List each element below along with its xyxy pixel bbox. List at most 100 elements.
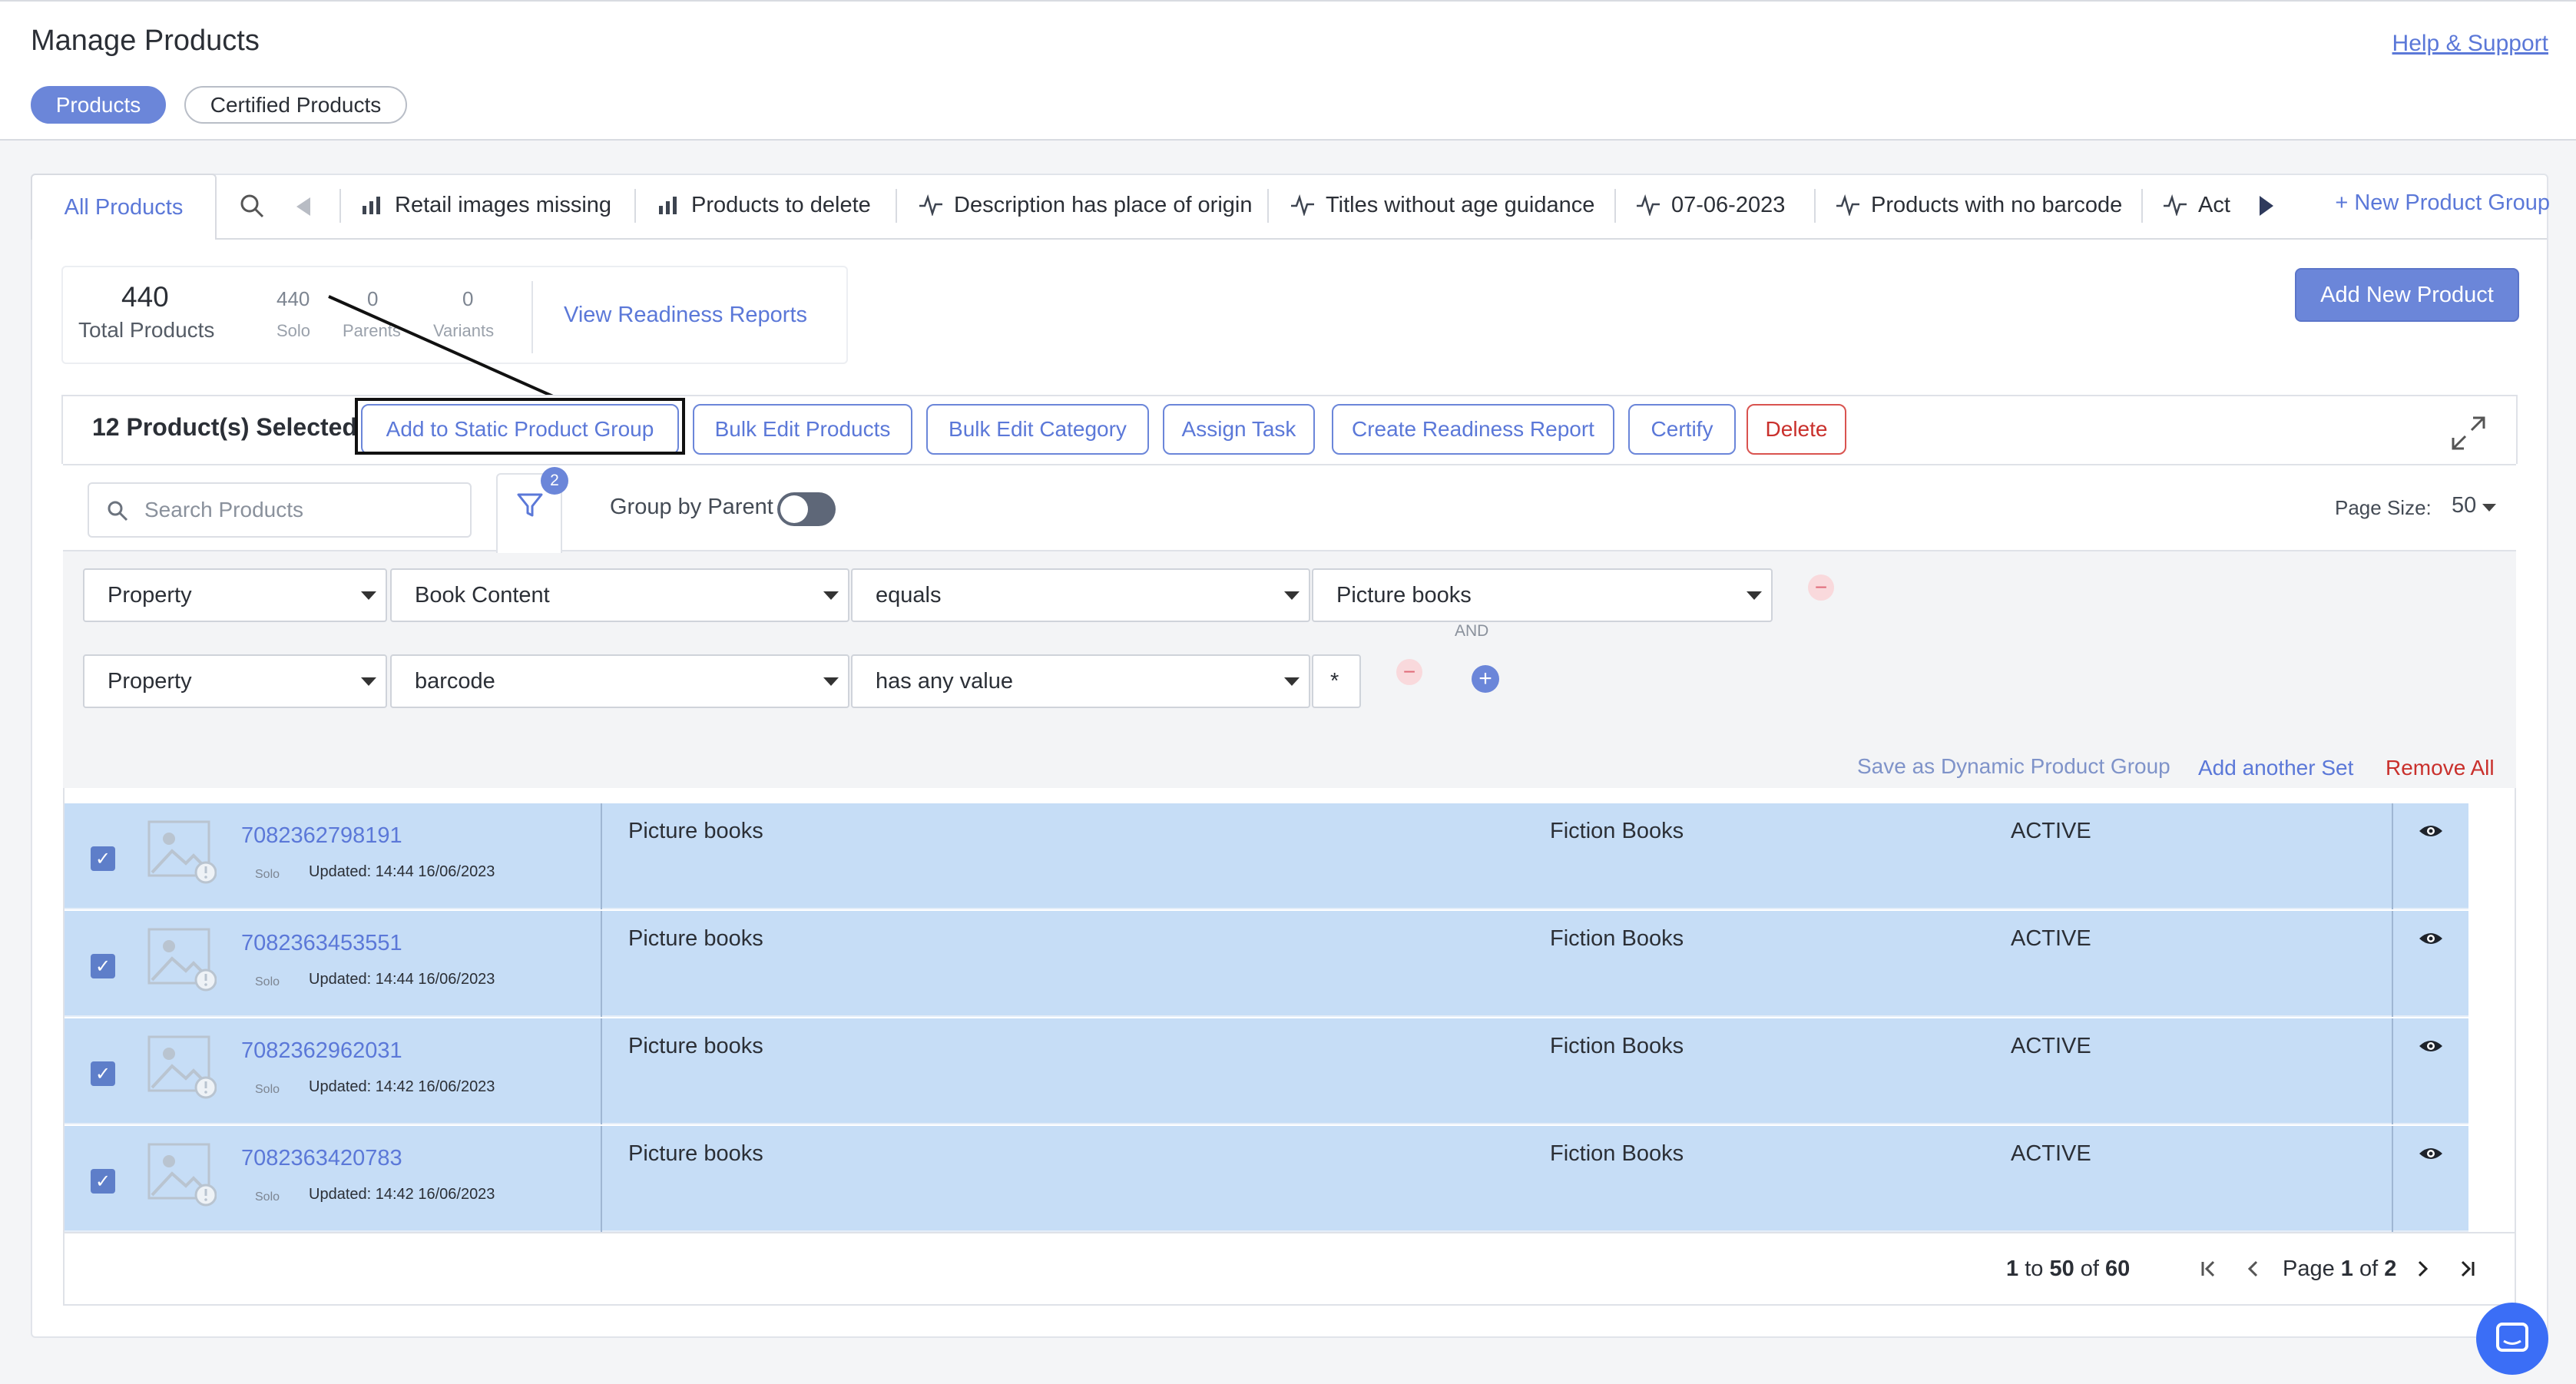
eye-icon[interactable] (2418, 929, 2444, 948)
product-updated-label: Updated: 14:42 16/06/2023 (309, 1078, 495, 1095)
tab-all-products[interactable]: All Products (31, 174, 217, 240)
bar-chart-icon (659, 197, 677, 214)
next-page-icon[interactable] (2412, 1258, 2433, 1280)
prev-page-icon[interactable] (2243, 1258, 2264, 1280)
bar-chart-icon (363, 197, 380, 214)
pagination-total: 60 (2105, 1257, 2131, 1281)
status-cell: ACTIVE (2011, 819, 2091, 843)
product-type-label: Solo (255, 975, 280, 988)
product-updated-label: Updated: 14:44 16/06/2023 (309, 971, 495, 988)
save-dynamic-group-link[interactable]: Save as Dynamic Product Group (1857, 754, 2170, 779)
filter-field-select[interactable]: Property (83, 654, 387, 708)
row-checkbox[interactable]: ✓ (91, 1061, 115, 1086)
tab-separator (634, 189, 636, 223)
table-row[interactable] (65, 803, 2468, 909)
filter-value-input[interactable]: * (1312, 654, 1361, 708)
product-id-link[interactable]: 7082362798191 (241, 823, 402, 849)
page-indicator: Page 1 of 2 (2283, 1257, 2396, 1282)
page-size-select[interactable]: 50 (2452, 493, 2476, 518)
product-id-link[interactable]: 7082362962031 (241, 1038, 402, 1064)
product-id-link[interactable]: 7082363420783 (241, 1146, 402, 1171)
group-tab-description-has-place-of-origin[interactable]: Description has place of origin (919, 189, 1252, 221)
eye-icon[interactable] (2418, 822, 2444, 840)
add-filter-icon[interactable]: + (1472, 665, 1499, 693)
delete-button[interactable]: Delete (1747, 404, 1846, 455)
filter-value-select[interactable]: Picture books (1312, 568, 1773, 622)
remove-filter-icon[interactable]: − (1396, 659, 1422, 685)
scroll-right-icon[interactable] (2256, 194, 2276, 218)
row-checkbox[interactable]: ✓ (91, 954, 115, 978)
pagination-of-word: of (2359, 1257, 2379, 1281)
row-checkbox[interactable]: ✓ (91, 1169, 115, 1194)
pagination-to-word: to (2025, 1257, 2044, 1281)
search-icon[interactable] (238, 192, 266, 220)
table-row[interactable] (65, 1018, 2468, 1124)
category-cell: Fiction Books (1550, 1141, 1684, 1166)
chevron-down-icon (1284, 591, 1300, 600)
filter-value: Picture books (1336, 582, 1472, 608)
add-new-product-button[interactable]: Add New Product (2295, 268, 2519, 322)
check-icon: ✓ (94, 848, 111, 869)
assign-task-button[interactable]: Assign Task (1163, 404, 1315, 455)
first-page-icon[interactable] (2198, 1258, 2220, 1280)
remove-filter-icon[interactable]: − (1808, 574, 1834, 601)
status-cell: ACTIVE (2011, 926, 2091, 951)
pulse-icon (1836, 194, 1859, 216)
check-icon: ✓ (94, 955, 111, 977)
filter-field-select[interactable]: Property (83, 568, 387, 622)
table-row[interactable] (65, 911, 2468, 1017)
tab-separator (1614, 189, 1616, 223)
last-page-icon[interactable] (2456, 1258, 2478, 1280)
group-by-parent-label: Group by Parent (610, 495, 773, 519)
product-id-link[interactable]: 7082363453551 (241, 931, 402, 956)
pulse-icon (2164, 194, 2187, 216)
add-another-set-link[interactable]: Add another Set (2198, 756, 2353, 780)
page-size-label: Page Size: (2335, 496, 2432, 519)
group-tab-label: Products to delete (691, 192, 871, 217)
tab-certified-products[interactable]: Certified Products (184, 86, 407, 124)
column-divider (601, 1126, 602, 1232)
filter-field-value: Property (108, 582, 192, 608)
filter-property-select[interactable]: Book Content (390, 568, 849, 622)
image-placeholder-icon (146, 819, 217, 885)
group-tab-products-to-delete[interactable]: Products to delete (657, 189, 871, 221)
group-tab-act[interactable]: Act (2163, 189, 2230, 221)
new-product-group-link[interactable]: + New Product Group (2335, 190, 2550, 216)
product-updated-label: Updated: 14:42 16/06/2023 (309, 1186, 495, 1203)
eye-icon[interactable] (2418, 1144, 2444, 1163)
eye-icon[interactable] (2418, 1037, 2444, 1055)
column-divider (601, 1018, 602, 1124)
group-tab-label: Products with no barcode (1871, 192, 2123, 217)
group-tab-titles-without-age-guidance[interactable]: Titles without age guidance (1290, 189, 1594, 221)
group-tab-products-with-no-barcode[interactable]: Products with no barcode (1836, 189, 2122, 221)
chevron-down-icon (361, 677, 376, 686)
group-tab-retail-images-missing[interactable]: Retail images missing (361, 189, 611, 221)
product-updated-label: Updated: 14:44 16/06/2023 (309, 863, 495, 880)
total-products-label: Total Products (78, 318, 215, 342)
chat-launcher-button[interactable] (2476, 1303, 2548, 1375)
bulk-edit-products-button[interactable]: Bulk Edit Products (693, 404, 912, 455)
search-input[interactable]: Search Products (88, 482, 472, 538)
row-checkbox[interactable]: ✓ (91, 846, 115, 871)
group-tab-07-06-2023[interactable]: 07-06-2023 (1636, 189, 1785, 221)
book-content-cell: Picture books (628, 819, 763, 843)
scroll-left-icon[interactable] (293, 195, 313, 218)
group-tab-label: Description has place of origin (954, 192, 1253, 217)
filter-operator-select[interactable]: equals (851, 568, 1310, 622)
product-type-label: Solo (255, 1083, 280, 1096)
tab-products[interactable]: Products (31, 86, 166, 124)
filter-operator-select[interactable]: has any value (851, 654, 1310, 708)
remove-all-link[interactable]: Remove All (2386, 756, 2495, 780)
help-support-link[interactable]: Help & Support (2392, 31, 2548, 57)
page-count: 2 (2384, 1257, 2397, 1281)
filter-property-select[interactable]: barcode (390, 654, 849, 708)
bulk-edit-category-button[interactable]: Bulk Edit Category (926, 404, 1149, 455)
tab-divider (32, 238, 2547, 240)
view-readiness-reports-link[interactable]: View Readiness Reports (564, 303, 807, 328)
category-cell: Fiction Books (1550, 819, 1684, 843)
create-readiness-report-button[interactable]: Create Readiness Report (1332, 404, 1614, 455)
column-divider (2392, 1126, 2393, 1232)
table-row[interactable] (65, 1126, 2468, 1232)
expand-icon[interactable] (2450, 415, 2487, 452)
certify-button[interactable]: Certify (1628, 404, 1736, 455)
